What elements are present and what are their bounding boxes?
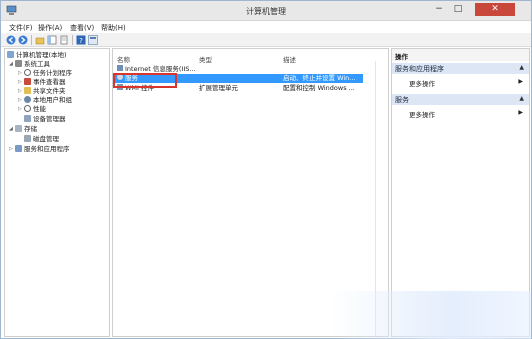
collapse-caret-icon[interactable]: ▲ <box>519 64 524 71</box>
minimize-button[interactable]: − <box>431 3 447 16</box>
help-icon[interactable]: ? <box>76 35 86 45</box>
expand-triangle-icon[interactable]: ▷ <box>18 69 24 78</box>
tree-item-task-scheduler[interactable]: ▷ 任务计划程序 <box>18 69 72 78</box>
up-folder-icon[interactable] <box>35 35 45 45</box>
expand-triangle-icon[interactable]: ▷ <box>18 105 24 114</box>
list-item-name: Internet 信息服务(IIS... <box>125 65 196 73</box>
tree-item-performance[interactable]: ▷ 性能 <box>18 105 46 114</box>
svg-text:?: ? <box>79 37 83 45</box>
column-header-type[interactable]: 类型 <box>199 54 212 64</box>
device-manager-icon <box>24 115 31 122</box>
users-icon <box>24 96 31 103</box>
menu-file[interactable]: 文件(F) <box>9 23 33 33</box>
list-item-description: 配置和控制 Windows ... <box>283 84 355 92</box>
action-group-services[interactable]: 服务 ▲ <box>392 94 529 105</box>
maximize-button[interactable]: □ <box>450 3 466 16</box>
shared-folder-icon <box>24 87 31 94</box>
background-glow <box>331 291 531 339</box>
performance-gauge-icon <box>24 105 31 112</box>
submenu-arrow-icon[interactable]: ▶ <box>518 109 523 116</box>
tree-item-shared-folders[interactable]: ▷ 共享文件夹 <box>18 87 66 96</box>
menu-help[interactable]: 帮助(H) <box>101 23 126 33</box>
properties-icon[interactable] <box>88 35 98 45</box>
tree-item-local-users[interactable]: ▷ 本地用户和组 <box>18 96 72 105</box>
console-tree: 计算机管理(本地) ◢ 系统工具 ▷ 任务计划程序 ▷ 事件查看器 ▷ 共享文件夹 ▷ 本… <box>4 48 110 337</box>
tree-item-storage[interactable]: ◢ 存储 <box>9 125 37 134</box>
tree-item-event-viewer[interactable]: ▷ 事件查看器 <box>18 78 66 87</box>
tree-item-disk-management[interactable]: 磁盘管理 <box>24 135 59 144</box>
event-log-icon <box>24 78 31 85</box>
submenu-arrow-icon[interactable]: ▶ <box>518 78 523 85</box>
disk-icon <box>24 135 31 142</box>
tools-icon <box>15 60 22 67</box>
toolbar-separator <box>72 35 73 45</box>
more-actions-link[interactable]: 更多操作 <box>409 109 435 119</box>
annotation-highlight-box <box>113 73 177 88</box>
expand-triangle-icon[interactable]: ▷ <box>18 96 24 105</box>
toolbar-separator <box>31 35 32 45</box>
iis-icon <box>117 65 123 71</box>
forward-arrow-icon[interactable] <box>18 35 28 45</box>
back-arrow-icon[interactable] <box>6 35 16 45</box>
column-header-name[interactable]: 名称 <box>117 54 130 64</box>
action-group-label: 服务 <box>395 96 409 104</box>
show-hide-tree-icon[interactable] <box>47 35 57 45</box>
column-header-description[interactable]: 描述 <box>283 54 296 64</box>
close-button[interactable]: ✕ <box>475 3 515 16</box>
menu-bar: 文件(F) 操作(A) 查看(V) 帮助(H) <box>1 21 531 33</box>
tree-item-device-manager[interactable]: 设备管理器 <box>24 115 66 124</box>
title-bar: 计算机管理 − □ ✕ <box>1 1 531 21</box>
toolbar: ? <box>1 33 531 47</box>
list-item-description: 启动、终止并设置 Win... <box>283 74 356 82</box>
computer-management-window: 计算机管理 − □ ✕ 文件(F) 操作(A) 查看(V) 帮助(H) ? 计算… <box>0 0 532 339</box>
collapse-caret-icon[interactable]: ▲ <box>519 95 524 102</box>
menu-view[interactable]: 查看(V) <box>70 23 94 33</box>
computer-icon <box>7 51 14 58</box>
tree-item-system-tools[interactable]: ◢ 系统工具 <box>9 60 50 69</box>
export-list-icon[interactable] <box>59 35 69 45</box>
list-item-type: 扩展管理单元 <box>199 84 238 92</box>
menu-action[interactable]: 操作(A) <box>38 23 62 33</box>
tree-item-services-apps[interactable]: ▷ 服务和应用程序 <box>9 145 70 154</box>
clock-icon <box>24 69 31 76</box>
action-group-services-apps[interactable]: 服务和应用程序 ▲ <box>392 63 529 74</box>
more-actions-link[interactable]: 更多操作 <box>409 78 435 88</box>
action-group-label: 服务和应用程序 <box>395 65 444 73</box>
storage-icon <box>15 125 22 132</box>
services-apps-icon <box>15 145 22 152</box>
tree-item-root[interactable]: 计算机管理(本地) <box>7 51 67 60</box>
actions-pane-title: 操作 <box>392 49 529 61</box>
